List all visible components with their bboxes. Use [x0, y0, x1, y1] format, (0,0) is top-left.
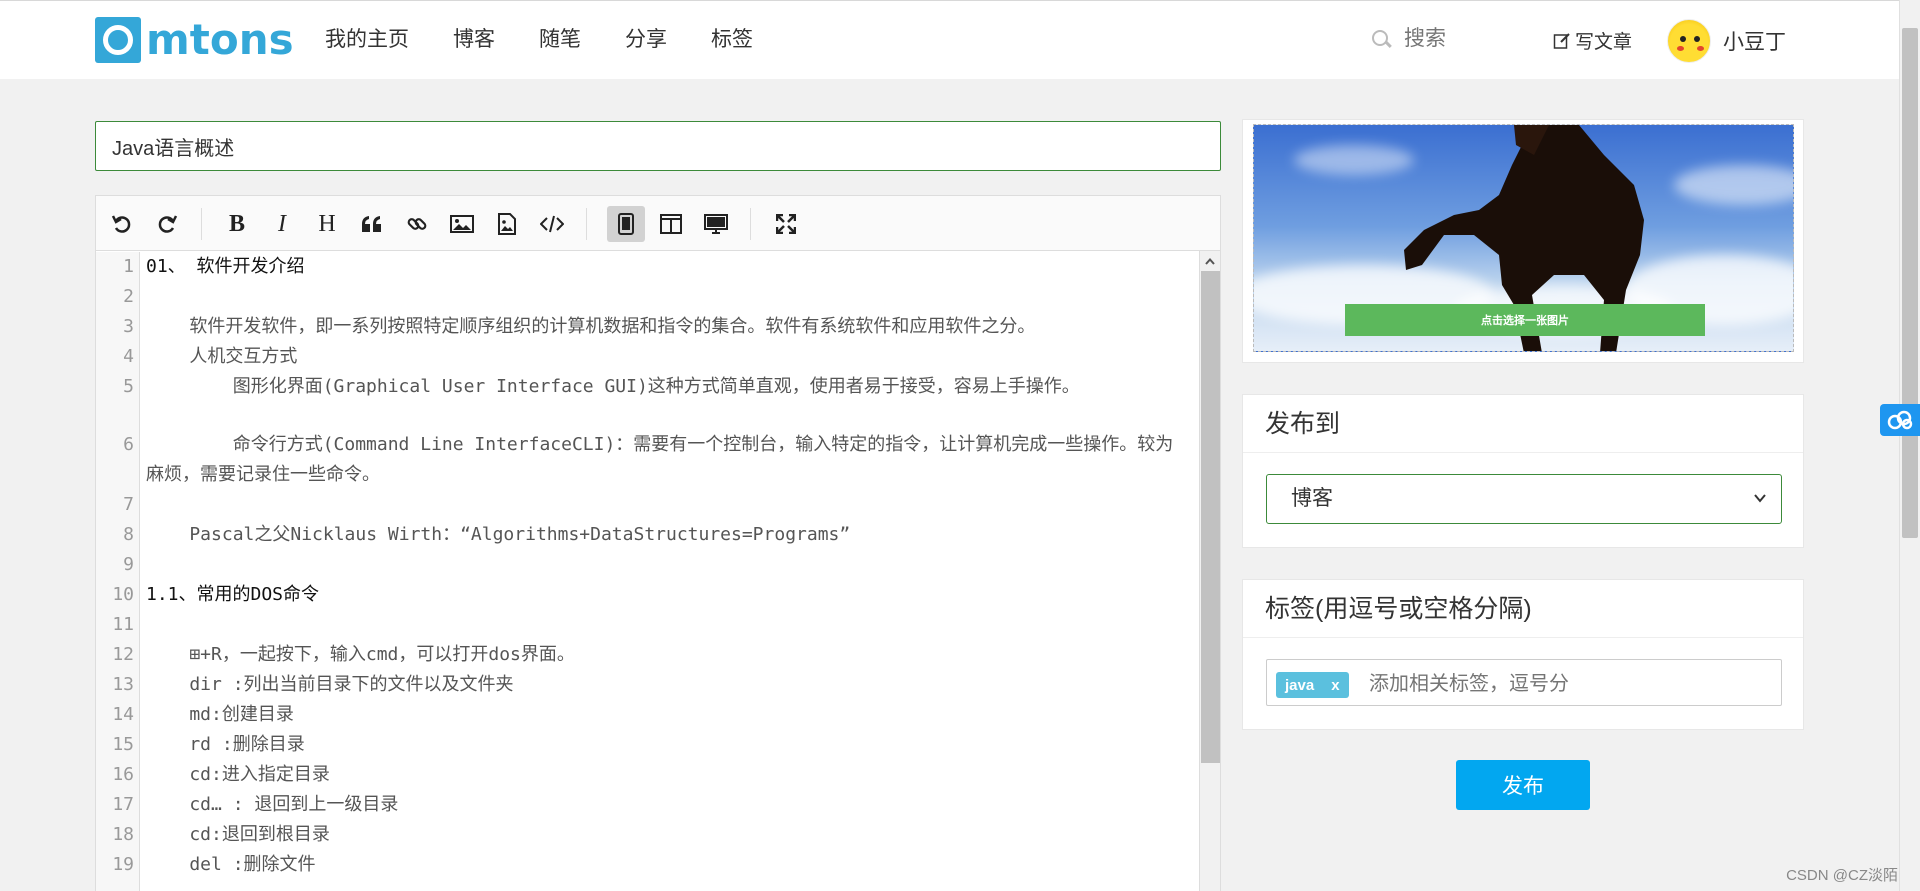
csdn-watermark: CSDN @CZ淡陌 — [1786, 867, 1898, 884]
search-input[interactable] — [1404, 27, 1514, 51]
top-navbar: mtons 我的主页 博客 随笔 分享 标签 写文章 小豆丁 — [0, 0, 1899, 79]
line-number: 12 — [112, 644, 134, 665]
tags-heading: 标签(用逗号或空格分隔) — [1243, 580, 1803, 638]
logo-text: mtons — [146, 15, 294, 64]
edit-icon — [1553, 32, 1570, 49]
channel-select-value: 博客 — [1291, 487, 1333, 510]
line-number: 19 — [112, 854, 134, 875]
write-article-label: 写文章 — [1575, 32, 1633, 53]
upload-image-icon[interactable] — [488, 206, 526, 242]
tag-chip-label: java — [1285, 676, 1315, 694]
line-text: 命令行方式(Command Line InterfaceCLI)：需要有一个控制… — [146, 434, 1174, 485]
username: 小豆丁 — [1723, 31, 1786, 54]
line-text: ⊞+R，一起按下，输入cmd，可以打开dos界面。 — [146, 644, 575, 665]
line-number: 11 — [112, 614, 134, 635]
line-text: 软件开发软件，即一系列按照特定顺序组织的计算机数据和指令的集合。软件有系统软件和… — [146, 316, 1036, 337]
nav-home[interactable]: 我的主页 — [325, 27, 409, 53]
cover-image: 点击选择一张图片 — [1253, 124, 1794, 352]
publish-to-panel: 发布到 博客 — [1242, 394, 1804, 548]
user-menu[interactable]: 小豆丁 — [1667, 19, 1786, 63]
line-text: 1.1、常用的DOS命令 — [146, 584, 320, 605]
line-number: 10 — [112, 584, 134, 605]
page-scroll-thumb[interactable] — [1902, 28, 1918, 538]
line-number: 17 — [112, 794, 134, 815]
line-number: 15 — [112, 734, 134, 755]
preview-mode-icon[interactable] — [697, 206, 735, 242]
search-icon[interactable] — [1370, 28, 1392, 50]
cover-image-panel: 点击选择一张图片 — [1242, 119, 1804, 363]
line-number: 18 — [112, 824, 134, 845]
site-logo[interactable]: mtons — [95, 17, 294, 63]
line-number: 3 — [123, 316, 134, 337]
tag-chip: java x — [1276, 672, 1349, 698]
line-number: 2 — [123, 286, 134, 307]
edit-mode-icon[interactable] — [607, 206, 645, 242]
line-text: cd:退回到根目录 — [146, 824, 330, 845]
redo-icon[interactable] — [148, 206, 186, 242]
italic-icon[interactable]: I — [263, 206, 301, 242]
logo-mark — [95, 17, 141, 63]
line-text: rd :删除目录 — [146, 734, 305, 755]
nav-blog[interactable]: 博客 — [453, 27, 495, 53]
chevron-down-icon — [1754, 494, 1766, 503]
fullscreen-icon[interactable] — [767, 206, 805, 242]
line-number: 13 — [112, 674, 134, 695]
publish-button[interactable]: 发布 — [1456, 760, 1590, 810]
line-number: 8 — [123, 524, 134, 545]
scroll-up-arrow-icon[interactable] — [1200, 253, 1220, 269]
line-text: Pascal之父Nicklaus Wirth：“Algorithms+DataS… — [146, 524, 851, 545]
line-text: del :删除文件 — [146, 854, 316, 875]
line-text: dir :列出当前目录下的文件以及文件夹 — [146, 674, 514, 695]
image-icon[interactable] — [443, 206, 481, 242]
line-text: 图形化界面(Graphical User Interface GUI)这种方式简… — [146, 376, 1080, 397]
markdown-editor: B I H 1 01、 软件开发介绍 2 3 软件开发软件，即一系列按照特定顺序… — [95, 195, 1221, 891]
channel-select[interactable]: 博客 — [1266, 474, 1782, 524]
quote-icon[interactable] — [353, 206, 391, 242]
nav-notes[interactable]: 随笔 — [539, 27, 581, 53]
bold-icon[interactable]: B — [218, 206, 256, 242]
line-text: 01、 软件开发介绍 — [146, 256, 305, 277]
line-number: 5 — [123, 376, 134, 397]
line-number: 7 — [123, 494, 134, 515]
nav-share[interactable]: 分享 — [625, 27, 667, 53]
select-cover-image-button[interactable]: 点击选择一张图片 — [1345, 304, 1705, 336]
line-number: 14 — [112, 704, 134, 725]
code-icon[interactable] — [533, 206, 571, 242]
code-editor-area[interactable]: 1 01、 软件开发介绍 2 3 软件开发软件，即一系列按照特定顺序组织的计算机数据和… — [96, 252, 1200, 891]
line-number: 1 — [123, 256, 134, 277]
line-text: 人机交互方式 — [146, 346, 298, 367]
heading-icon[interactable]: H — [308, 206, 346, 242]
line-text: md:创建目录 — [146, 704, 294, 725]
line-number: 6 — [123, 434, 134, 455]
avatar — [1667, 19, 1711, 63]
undo-icon[interactable] — [103, 206, 141, 242]
split-mode-icon[interactable] — [652, 206, 690, 242]
editor-scrollbar[interactable] — [1199, 251, 1220, 891]
tags-panel: 标签(用逗号或空格分隔) java x — [1242, 579, 1804, 730]
write-article-link[interactable]: 写文章 — [1553, 27, 1632, 54]
main-nav: 我的主页 博客 随笔 分享 标签 — [325, 27, 797, 53]
page-scrollbar[interactable] — [1899, 0, 1920, 891]
tag-remove-button[interactable]: x — [1331, 677, 1339, 694]
publish-to-heading: 发布到 — [1243, 395, 1803, 453]
line-number: 4 — [123, 346, 134, 367]
line-number: 16 — [112, 764, 134, 785]
line-number: 9 — [123, 554, 134, 575]
tag-input-box[interactable]: java x — [1266, 659, 1782, 706]
editor-toolbar: B I H — [96, 196, 1220, 251]
cloud-tool-icon[interactable] — [1880, 404, 1920, 436]
link-icon[interactable] — [398, 206, 436, 242]
line-text: cd:进入指定目录 — [146, 764, 330, 785]
article-title-input[interactable] — [95, 121, 1221, 171]
nav-tags[interactable]: 标签 — [711, 27, 753, 53]
editor-scroll-thumb[interactable] — [1201, 271, 1220, 763]
tag-input[interactable] — [1369, 669, 1569, 699]
line-text: cd… : 退回到上一级目录 — [146, 794, 399, 815]
search-box — [1370, 27, 1514, 51]
